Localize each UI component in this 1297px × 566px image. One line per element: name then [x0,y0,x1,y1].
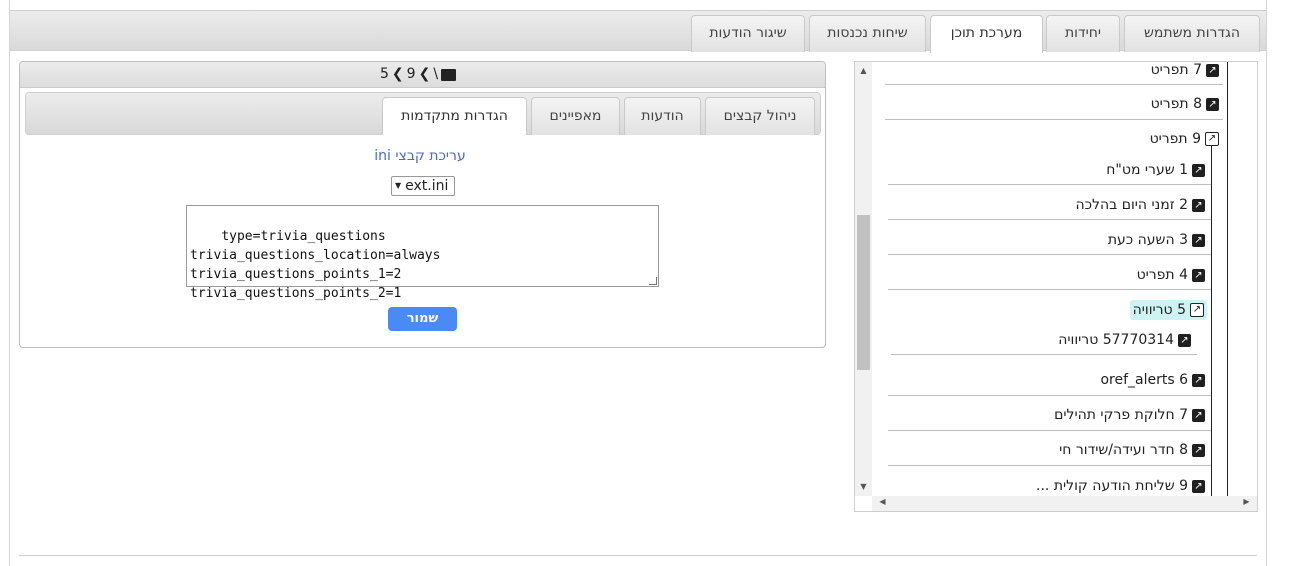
tree-node-selected[interactable]: ↗ 5 טריוויה [1129,300,1207,320]
tab-incoming-calls[interactable]: שיחות נכנסות [809,15,926,52]
panel-header: 5 ❮ 9 ❮ \ [20,62,825,88]
tree-separator [888,465,1211,466]
tree-node[interactable]: ↗ 3 השעה כעת [1108,232,1205,248]
tree-separator [888,219,1211,220]
tree-separator [888,254,1211,255]
external-link-icon: ↗ [1206,63,1219,77]
tree-separator [888,184,1211,185]
chevron-left-icon: ❮ [391,66,404,82]
external-link-icon: ↗ [1192,198,1205,212]
open-folder-icon: ↗ [1190,303,1204,317]
tree-vertical-scrollbar[interactable]: ▲ ▼ [855,62,872,496]
tree-separator [888,289,1211,290]
tree-node[interactable]: ↗ oref_alerts 6 [1100,372,1205,388]
tree-guide-line [1211,302,1212,360]
external-link-icon: ↗ [1192,443,1205,457]
scroll-up-icon[interactable]: ▲ [855,66,872,75]
scroll-right-icon[interactable]: ▶ [1238,497,1255,506]
external-link-icon: ↗ [1192,233,1205,247]
tree-guide-line [1227,62,1228,496]
external-link-icon: ↗ [1206,97,1219,111]
tab-user-settings[interactable]: הגדרות משתמש [1124,15,1260,52]
tab-units[interactable]: יחידות [1046,15,1120,52]
tree-separator [888,430,1211,431]
subtab-properties[interactable]: מאפיינים [531,97,620,135]
scroll-left-icon[interactable]: ◀ [874,497,891,506]
tree-separator [888,395,1211,396]
bottom-divider [19,555,1257,556]
file-panel: 5 ❮ 9 ❮ \ ניהול קבצים הודעות מאפיינים הג… [19,61,826,348]
tree-horizontal-scrollbar[interactable]: ◀ ▶ [872,496,1257,511]
edit-ini-link[interactable]: עריכת קבצי ini [370,148,470,164]
tree-node[interactable]: ↗ 8 חדר ועידה/שידור חי [1059,442,1205,458]
tree-node[interactable]: ↗ 9 שליחת הודעה קולית ... [1036,478,1205,494]
external-link-icon: ↗ [1178,333,1191,347]
breadcrumb-separator: \ [433,66,439,82]
tree-node[interactable]: ↗ 1 שערי מט"ח [1106,162,1205,178]
subtab-messages[interactable]: הודעות [624,97,701,135]
chevron-left-icon: ❮ [418,66,431,82]
ini-file-select-value: ext.ini [405,178,449,194]
tree-node[interactable]: ↗ 4 תפריט [1137,267,1205,283]
external-link-icon: ↗ [1192,479,1205,493]
main-tabbar: הגדרות משתמש יחידות מערכת תוכן שיחות נכנ… [10,11,1266,53]
subtab-advanced-settings[interactable]: הגדרות מתקדמות [382,97,527,135]
tree-node[interactable]: ↗ 7 תפריט [1151,62,1219,78]
tree-separator [885,84,1223,85]
external-link-icon: ↗ [1192,163,1205,177]
tree-node[interactable]: ↗ 8 תפריט [1151,96,1219,112]
ini-editor-textarea[interactable]: type=trivia_questions trivia_questions_l… [186,205,659,301]
dropdown-arrow-icon: ▼ [395,181,402,190]
ini-editor-content: type=trivia_questions trivia_questions_l… [190,229,441,301]
external-link-icon: ↗ [1192,373,1205,387]
archive-icon[interactable] [441,69,457,81]
breadcrumb: 5 ❮ 9 ❮ \ [380,66,457,82]
content-tree: ▲ ▼ ◀ ▶ ↗ 7 תפריט ↗ 8 תפריט ↗ 9 תפריט ↗ … [854,61,1258,512]
external-link-icon: ↗ [1192,268,1205,282]
tab-content-system[interactable]: מערכת תוכן [930,15,1043,53]
save-button[interactable]: שמור [388,307,457,331]
open-folder-icon: ↗ [1205,132,1219,146]
scroll-down-icon[interactable]: ▼ [855,482,872,491]
breadcrumb-level1[interactable]: 9 [407,66,416,82]
tree-node[interactable]: ↗ 7 חלוקת פרקי תהילים [1054,407,1205,423]
scrollbar-thumb[interactable] [857,215,870,370]
breadcrumb-level2[interactable]: 5 [380,66,389,82]
resize-grip-icon[interactable] [649,277,657,285]
tree-separator [885,119,1223,120]
tree-separator [891,354,1197,355]
sub-tabbar: ניהול קבצים הודעות מאפיינים הגדרות מתקדמ… [25,92,821,135]
tree-node[interactable]: ↗ 2 זמני היום בהלכה [1076,197,1205,213]
external-link-icon: ↗ [1192,408,1205,422]
tree-node[interactable]: ↗ 57770314 טריוויה [1058,332,1191,348]
tree-node-expanded[interactable]: ↗ 9 תפריט [1150,131,1219,147]
tab-send-messages[interactable]: שיגור הודעות [691,15,805,52]
ini-file-select[interactable]: ▼ ext.ini [391,176,455,196]
subtab-file-management[interactable]: ניהול קבצים [705,97,815,135]
